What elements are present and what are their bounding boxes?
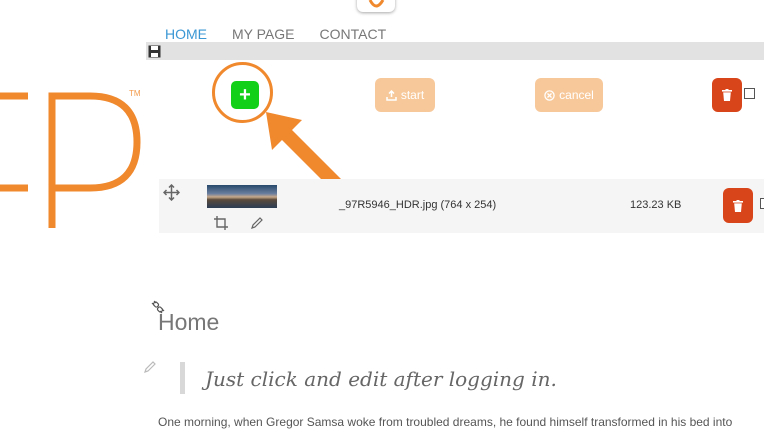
cancel-circle-icon	[544, 89, 555, 101]
edit-pencil-icon[interactable]	[143, 360, 157, 374]
delete-file-button[interactable]	[723, 188, 753, 223]
file-select-checkbox[interactable]	[760, 198, 764, 209]
file-name: _97R5946_HDR.jpg (764 x 254)	[339, 199, 497, 211]
quote-bar	[180, 362, 185, 394]
add-files-button[interactable]: +	[231, 81, 259, 109]
page-title: Home	[158, 309, 220, 335]
upload-icon	[386, 89, 397, 101]
save-icon[interactable]	[148, 45, 161, 58]
editor-toolbar	[146, 42, 764, 60]
cancel-upload-button[interactable]: cancel	[535, 78, 603, 112]
select-all-checkbox[interactable]	[744, 88, 755, 99]
brand-logo	[0, 92, 141, 228]
mini-logo-icon	[368, 0, 385, 8]
start-upload-button[interactable]: start	[375, 78, 435, 112]
trash-icon	[722, 89, 732, 101]
top-logo-tab	[357, 0, 395, 12]
edit-icon[interactable]	[250, 216, 264, 230]
crop-icon[interactable]	[214, 216, 228, 230]
trash-icon	[733, 199, 743, 212]
body-paragraph: One morning, when Gregor Samsa woke from…	[158, 415, 733, 429]
start-label: start	[400, 88, 425, 102]
cancel-label: cancel	[559, 88, 594, 102]
intro-quote: Just click and edit after logging in.	[205, 367, 557, 391]
trademark-label: TM	[129, 89, 141, 98]
file-size: 123.23 KB	[630, 199, 682, 211]
file-thumbnail[interactable]	[207, 185, 277, 208]
move-icon[interactable]	[163, 184, 180, 201]
delete-all-button[interactable]	[712, 78, 742, 112]
